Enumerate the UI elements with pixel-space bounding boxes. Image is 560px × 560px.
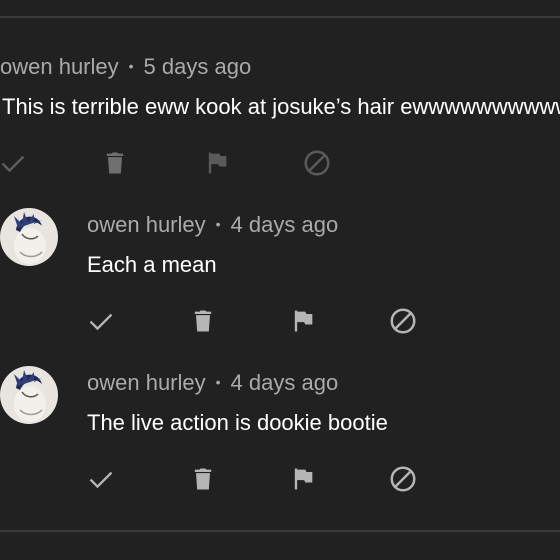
comment-time[interactable]: 5 days ago	[144, 54, 252, 79]
comment-time[interactable]: 4 days ago	[231, 212, 339, 237]
approve-button[interactable]	[84, 462, 118, 496]
delete-button[interactable]	[186, 462, 220, 496]
block-icon	[390, 308, 416, 334]
comment-time[interactable]: 4 days ago	[231, 370, 339, 395]
block-icon	[304, 150, 330, 176]
comment-text: This is terrible eww kook at josuke’s ha…	[2, 94, 560, 119]
comment-author[interactable]: owen hurley	[87, 212, 206, 237]
avatar[interactable]	[0, 366, 58, 424]
avatar-image	[0, 208, 58, 266]
comment-meta: owen hurley • 4 days ago	[87, 366, 338, 399]
comment-author[interactable]: owen hurley	[0, 54, 119, 79]
comment-author[interactable]: owen hurley	[87, 370, 206, 395]
avatar-image	[0, 366, 58, 424]
block-button[interactable]	[386, 304, 420, 338]
comment-text: The live action is dookie bootie	[87, 410, 388, 435]
avatar[interactable]	[0, 208, 58, 266]
approve-button[interactable]	[84, 304, 118, 338]
comment-actions	[0, 146, 560, 182]
trash-icon	[194, 310, 212, 332]
comment-meta: owen hurley • 4 days ago	[87, 208, 338, 241]
meta-separator: •	[215, 374, 221, 390]
trash-icon	[194, 468, 212, 490]
comment-actions	[0, 304, 560, 340]
comment-meta: owen hurley • 5 days ago	[0, 50, 251, 83]
flag-icon	[208, 152, 227, 174]
block-button[interactable]	[386, 462, 420, 496]
comment-text: Each a mean	[87, 252, 217, 277]
meta-separator: •	[128, 58, 134, 74]
top-divider	[0, 16, 560, 18]
delete-button[interactable]	[98, 146, 132, 180]
flag-icon	[294, 468, 313, 490]
trash-icon	[106, 152, 124, 174]
delete-button[interactable]	[186, 304, 220, 338]
block-icon	[390, 466, 416, 492]
report-button[interactable]	[286, 304, 320, 338]
bottom-divider	[0, 530, 560, 532]
check-icon	[1, 155, 25, 173]
block-button[interactable]	[300, 146, 334, 180]
approve-button[interactable]	[0, 146, 30, 180]
check-icon	[89, 471, 113, 489]
report-button[interactable]	[286, 462, 320, 496]
meta-separator: •	[215, 216, 221, 232]
report-button[interactable]	[200, 146, 234, 180]
check-icon	[89, 313, 113, 331]
comment-actions	[0, 462, 560, 498]
flag-icon	[294, 310, 313, 332]
